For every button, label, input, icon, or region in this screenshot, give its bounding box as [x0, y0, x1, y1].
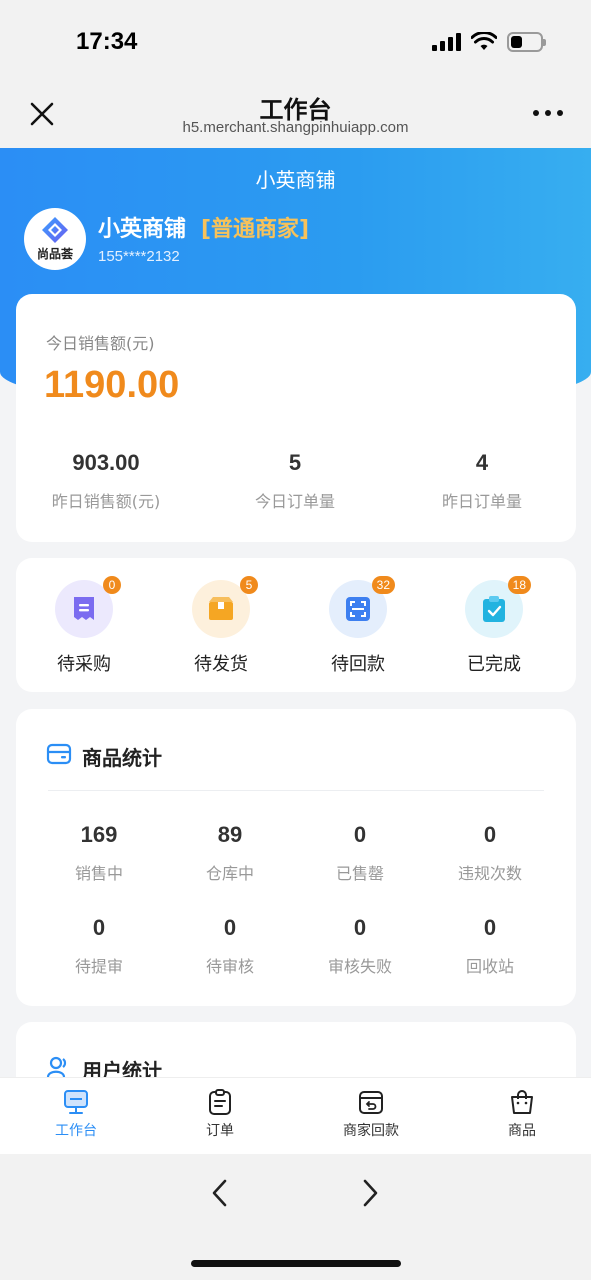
tab-label: 订单 [206, 1123, 234, 1139]
product-stat-pending-review[interactable]: 0 待审核 [165, 915, 295, 977]
stat-label: 已售罄 [335, 864, 384, 883]
stat-label: 待提审 [74, 957, 123, 976]
shop-logo[interactable]: 尚品荟 [24, 208, 86, 270]
stat-value: 89 [217, 822, 243, 847]
cellular-signal-icon [432, 33, 461, 51]
refund-icon [359, 1091, 383, 1114]
shop-name: 小英商铺 [98, 217, 187, 242]
order-status-completed[interactable]: 18 已完成 [434, 576, 554, 676]
chevron-left-icon[interactable] [208, 1178, 232, 1208]
stat-value: 0 [353, 822, 367, 847]
order-badge: 0 [103, 576, 121, 594]
stat-value: 5 [288, 450, 302, 475]
stat-label: 待审核 [205, 957, 254, 976]
tab-label: 商家回款 [343, 1123, 399, 1139]
stat-value: 0 [353, 915, 367, 940]
today-sales-label: 今日销售额(元) [46, 334, 155, 353]
battery-icon [507, 32, 546, 52]
stat-value: 0 [483, 915, 497, 940]
order-badge: 5 [240, 576, 258, 594]
order-status-card: 0 待采购 5 待发货 32 待回款 18 已完成 [16, 558, 576, 692]
stat-value: 169 [80, 822, 118, 847]
product-stats-card: 商品统计 169 销售中 89 仓库中 0 已售罄 0 违规次数 0 待提审 0… [16, 709, 576, 1006]
scan-icon [346, 597, 370, 621]
monitor-icon [64, 1090, 88, 1114]
order-status-pending-purchase[interactable]: 0 待采购 [24, 576, 144, 676]
divider [48, 790, 544, 791]
order-label: 待发货 [194, 654, 248, 675]
clipboard-check-icon [483, 596, 505, 622]
product-stat-violations[interactable]: 0 违规次数 [425, 822, 555, 884]
order-status-pending-payment[interactable]: 32 待回款 [298, 576, 418, 676]
home-indicator[interactable] [191, 1260, 401, 1267]
status-icons [432, 32, 546, 52]
product-stat-to-submit[interactable]: 0 待提审 [34, 915, 164, 977]
product-stat-sold-out[interactable]: 0 已售罄 [295, 822, 425, 884]
tab-products[interactable]: 商品 [462, 1088, 582, 1140]
stat-label: 今日订单量 [254, 492, 335, 511]
stat-label: 审核失败 [327, 957, 392, 976]
bag-icon [511, 1090, 533, 1114]
product-stats-title: 商品统计 [82, 746, 162, 770]
bottom-tab-bar: 工作台 订单 商家回款 商品 [0, 1077, 591, 1154]
order-label: 待采购 [57, 654, 111, 675]
shop-header-title: 小英商铺 [255, 168, 336, 192]
stat-value: 903.00 [72, 450, 140, 475]
stat-label: 销售中 [74, 864, 123, 883]
yesterday-orders-stat[interactable]: 4 昨日订单量 [392, 450, 572, 512]
tab-merchant-refund[interactable]: 商家回款 [311, 1088, 431, 1140]
order-badge: 18 [507, 576, 531, 594]
sales-card: 今日销售额(元) 1190.00 903.00 昨日销售额(元) 5 今日订单量… [16, 294, 576, 542]
wifi-icon [471, 32, 497, 50]
browser-toolbar [0, 1154, 591, 1280]
tab-workbench[interactable]: 工作台 [16, 1088, 136, 1140]
order-label: 已完成 [467, 654, 521, 675]
page-url: h5.merchant.shangpinhuiapp.com [182, 119, 409, 136]
stat-label: 仓库中 [205, 864, 254, 883]
box-icon [209, 597, 233, 620]
stat-label: 回收站 [465, 957, 514, 976]
order-label: 待回款 [331, 654, 385, 675]
product-stat-in-warehouse[interactable]: 89 仓库中 [165, 822, 295, 884]
product-stat-on-sale[interactable]: 169 销售中 [34, 822, 164, 884]
wallet-icon [46, 743, 72, 765]
stat-label: 昨日订单量 [441, 492, 522, 511]
shop-phone: 155****2132 [98, 248, 180, 265]
chevron-right-icon[interactable] [358, 1178, 382, 1208]
stat-value: 0 [483, 822, 497, 847]
users-icon [46, 1056, 67, 1078]
product-stat-review-failed[interactable]: 0 审核失败 [295, 915, 425, 977]
stat-value: 0 [92, 915, 106, 940]
shop-tier-badge: [普通商家] [201, 217, 310, 242]
tab-orders[interactable]: 订单 [160, 1088, 280, 1140]
status-bar: 17:34 [0, 0, 591, 88]
stat-value: 0 [223, 915, 237, 940]
order-status-pending-shipment[interactable]: 5 待发货 [161, 576, 281, 676]
yesterday-sales-stat[interactable]: 903.00 昨日销售额(元) [16, 450, 196, 512]
tab-label: 商品 [508, 1123, 536, 1139]
logo-caption: 尚品荟 [36, 247, 73, 261]
today-orders-stat[interactable]: 5 今日订单量 [205, 450, 385, 512]
product-stat-recycle-bin[interactable]: 0 回收站 [425, 915, 555, 977]
receipt-icon [74, 597, 94, 620]
clipboard-icon [209, 1089, 231, 1115]
order-badge: 32 [371, 576, 395, 594]
stat-label: 昨日销售额(元) [51, 492, 161, 511]
tab-label: 工作台 [55, 1123, 97, 1139]
stat-value: 4 [475, 450, 489, 475]
stat-label: 违规次数 [457, 864, 522, 883]
status-time: 17:34 [76, 28, 138, 55]
more-icon[interactable] [533, 110, 563, 116]
today-sales-amount: 1190.00 [44, 364, 180, 406]
browser-nav-bar: 工作台 h5.merchant.shangpinhuiapp.com [0, 88, 591, 148]
